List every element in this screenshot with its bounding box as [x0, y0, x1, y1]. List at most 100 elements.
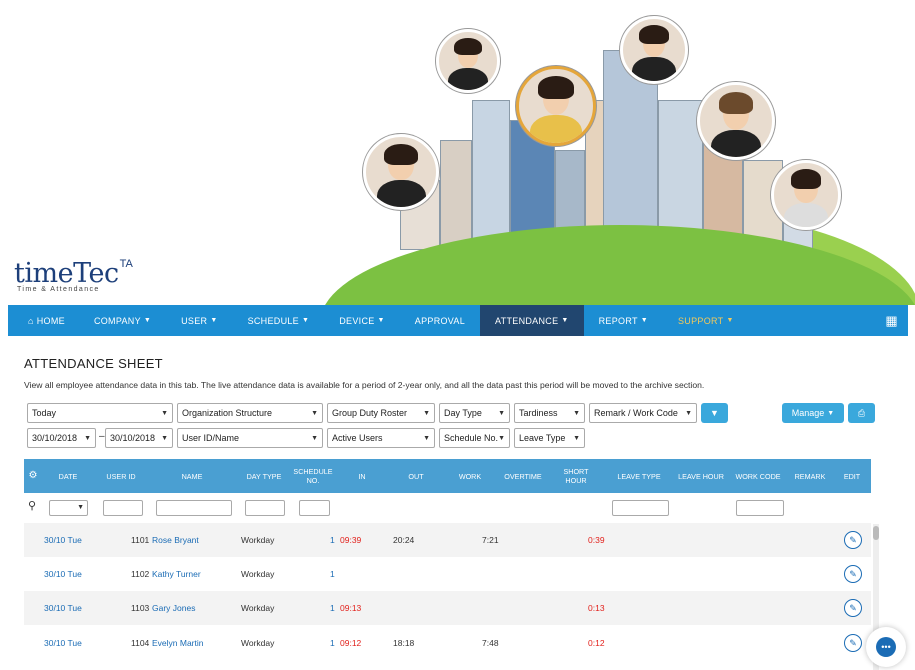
select-value: Organization Structure — [182, 408, 273, 418]
col-day-type[interactable]: DAY TYPE — [242, 459, 286, 493]
col-remark[interactable]: REMARK — [792, 459, 828, 493]
col-short-hour[interactable]: SHORT HOUR — [560, 459, 592, 493]
cell-name[interactable]: Kathy Turner — [152, 557, 201, 591]
nav-report[interactable]: REPORT ▼ — [584, 305, 663, 336]
nav-schedule[interactable]: SCHEDULE ▼ — [233, 305, 325, 336]
schedule-select[interactable]: Schedule No. ▼ — [439, 428, 510, 448]
col-date[interactable]: DATE — [48, 459, 88, 493]
period-select[interactable]: Today ▼ — [27, 403, 173, 423]
chat-button[interactable]: ••• — [866, 627, 906, 667]
date-from-select[interactable]: 30/10/2018 ▼ — [27, 428, 96, 448]
avatar — [516, 66, 596, 146]
cell-name[interactable]: Rose Bryant — [152, 523, 199, 557]
select-value: Leave Type — [519, 433, 566, 443]
select-value: Group Duty Roster — [332, 408, 408, 418]
date-to-select[interactable]: 30/10/2018 ▼ — [105, 428, 173, 448]
col-name[interactable]: NAME — [164, 459, 220, 493]
cell-date[interactable]: 30/10 Tue — [44, 591, 82, 625]
nav-home[interactable]: ⌂ HOME — [8, 305, 79, 336]
day-type-filter[interactable] — [245, 500, 285, 516]
cell-user-id: 1102 — [131, 569, 150, 579]
col-leave-type[interactable]: LEAVE TYPE — [614, 459, 664, 493]
cell-in: 09:12 — [340, 638, 362, 648]
remark-select[interactable]: Remark / Work Code ▼ — [589, 403, 697, 423]
day-type-select[interactable]: Day Type ▼ — [439, 403, 510, 423]
caret-down-icon: ▼ — [311, 434, 318, 442]
table-row[interactable]: 30/10 Tue 1104 Evelyn Martin Workday 1 0… — [24, 626, 871, 660]
col-in[interactable]: IN — [350, 459, 374, 493]
col-user-id[interactable]: USER ID — [100, 459, 142, 493]
chat-icon: ••• — [876, 637, 896, 657]
user-id-filter[interactable] — [103, 500, 143, 516]
caret-down-icon: ▼ — [498, 409, 505, 417]
nav-approval[interactable]: APPROVAL — [400, 305, 480, 336]
caret-down-icon: ▼ — [573, 409, 580, 417]
select-value: Remark / Work Code — [594, 408, 678, 418]
print-icon: ⎙ — [857, 407, 866, 418]
name-filter[interactable] — [156, 500, 232, 516]
nav-user[interactable]: USER ▼ — [166, 305, 232, 336]
nav-label: REPORT — [598, 315, 638, 326]
page-description: View all employee attendance data in thi… — [24, 380, 705, 390]
edit-icon[interactable]: ✎ — [844, 634, 862, 652]
nav-attendance[interactable]: ATTENDANCE ▼ — [480, 305, 584, 336]
manage-button[interactable]: Manage ▼ — [782, 403, 844, 423]
select-value: Day Type — [444, 408, 482, 418]
nav-support[interactable]: SUPPORT ▼ — [663, 305, 749, 336]
table-row[interactable]: 30/10 Tue 1101 Rose Bryant Workday 1 09:… — [24, 523, 871, 557]
col-work[interactable]: WORK — [454, 459, 486, 493]
active-users-select[interactable]: Active Users ▼ — [327, 428, 435, 448]
cell-schedule[interactable]: 1 — [330, 591, 335, 625]
col-leave-hour[interactable]: LEAVE HOUR — [676, 459, 726, 493]
caret-down-icon: ▼ — [311, 409, 318, 417]
leave-type-filter[interactable] — [612, 500, 669, 516]
schedule-filter[interactable] — [299, 500, 330, 516]
cell-schedule[interactable]: 1 — [330, 626, 335, 660]
nav-company[interactable]: COMPANY ▼ — [79, 305, 166, 336]
date-filter-select[interactable]: ▼ — [49, 500, 88, 516]
col-schedule[interactable]: SCHEDULE NO. — [292, 459, 334, 493]
cell-date[interactable]: 30/10 Tue — [44, 557, 82, 591]
gear-icon[interactable]: ⚙ — [24, 459, 42, 493]
scrollbar-thumb[interactable] — [873, 526, 879, 540]
caret-down-icon: ▼ — [423, 434, 430, 442]
select-value: Active Users — [332, 433, 383, 443]
cell-date[interactable]: 30/10 Tue — [44, 626, 82, 660]
work-code-filter[interactable] — [736, 500, 784, 516]
cell-schedule[interactable]: 1 — [330, 523, 335, 557]
col-overtime[interactable]: OVERTIME — [502, 459, 544, 493]
main-navbar: ⌂ HOME COMPANY ▼ USER ▼ SCHEDULE ▼ DEVICE ▼ … — [8, 305, 908, 336]
filter-button[interactable]: ▼ — [701, 403, 728, 423]
table-row[interactable]: 30/10 Tue 1103 Gary Jones Workday 1 09:1… — [24, 591, 871, 625]
tardiness-select[interactable]: Tardiness ▼ — [514, 403, 585, 423]
duty-roster-select[interactable]: Group Duty Roster ▼ — [327, 403, 435, 423]
caret-down-icon: ▼ — [685, 409, 692, 417]
caret-down-icon: ▼ — [210, 317, 218, 324]
cell-name[interactable]: Gary Jones — [152, 591, 195, 625]
caret-down-icon: ▼ — [84, 434, 91, 442]
edit-icon[interactable]: ✎ — [844, 531, 862, 549]
table-row[interactable]: 30/10 Tue 1102 Kathy Turner Workday 1 ✎ — [24, 557, 871, 591]
caret-down-icon: ▼ — [161, 434, 168, 442]
cell-short-hour: 0:12 — [588, 638, 605, 648]
page-title: ATTENDANCE SHEET — [24, 356, 163, 371]
nav-label: SCHEDULE — [247, 315, 299, 326]
grid-icon[interactable]: ▦ — [870, 305, 908, 336]
col-out[interactable]: OUT — [402, 459, 430, 493]
leave-type-select[interactable]: Leave Type ▼ — [514, 428, 585, 448]
user-select[interactable]: User ID/Name ▼ — [177, 428, 323, 448]
cell-date[interactable]: 30/10 Tue — [44, 523, 82, 557]
org-structure-select[interactable]: Organization Structure ▼ — [177, 403, 323, 423]
print-button[interactable]: ⎙ — [848, 403, 875, 423]
col-work-code[interactable]: WORK CODE — [734, 459, 782, 493]
nav-label: APPROVAL — [414, 315, 466, 326]
cell-name[interactable]: Evelyn Martin — [152, 626, 204, 660]
edit-icon[interactable]: ✎ — [844, 565, 862, 583]
caret-down-icon: ▼ — [302, 317, 310, 324]
avatar — [363, 134, 439, 210]
nav-device[interactable]: DEVICE ▼ — [324, 305, 400, 336]
cell-out: 18:18 — [393, 638, 415, 648]
cell-schedule[interactable]: 1 — [330, 557, 335, 591]
edit-icon[interactable]: ✎ — [844, 599, 862, 617]
cell-day-type: Workday — [241, 603, 275, 613]
